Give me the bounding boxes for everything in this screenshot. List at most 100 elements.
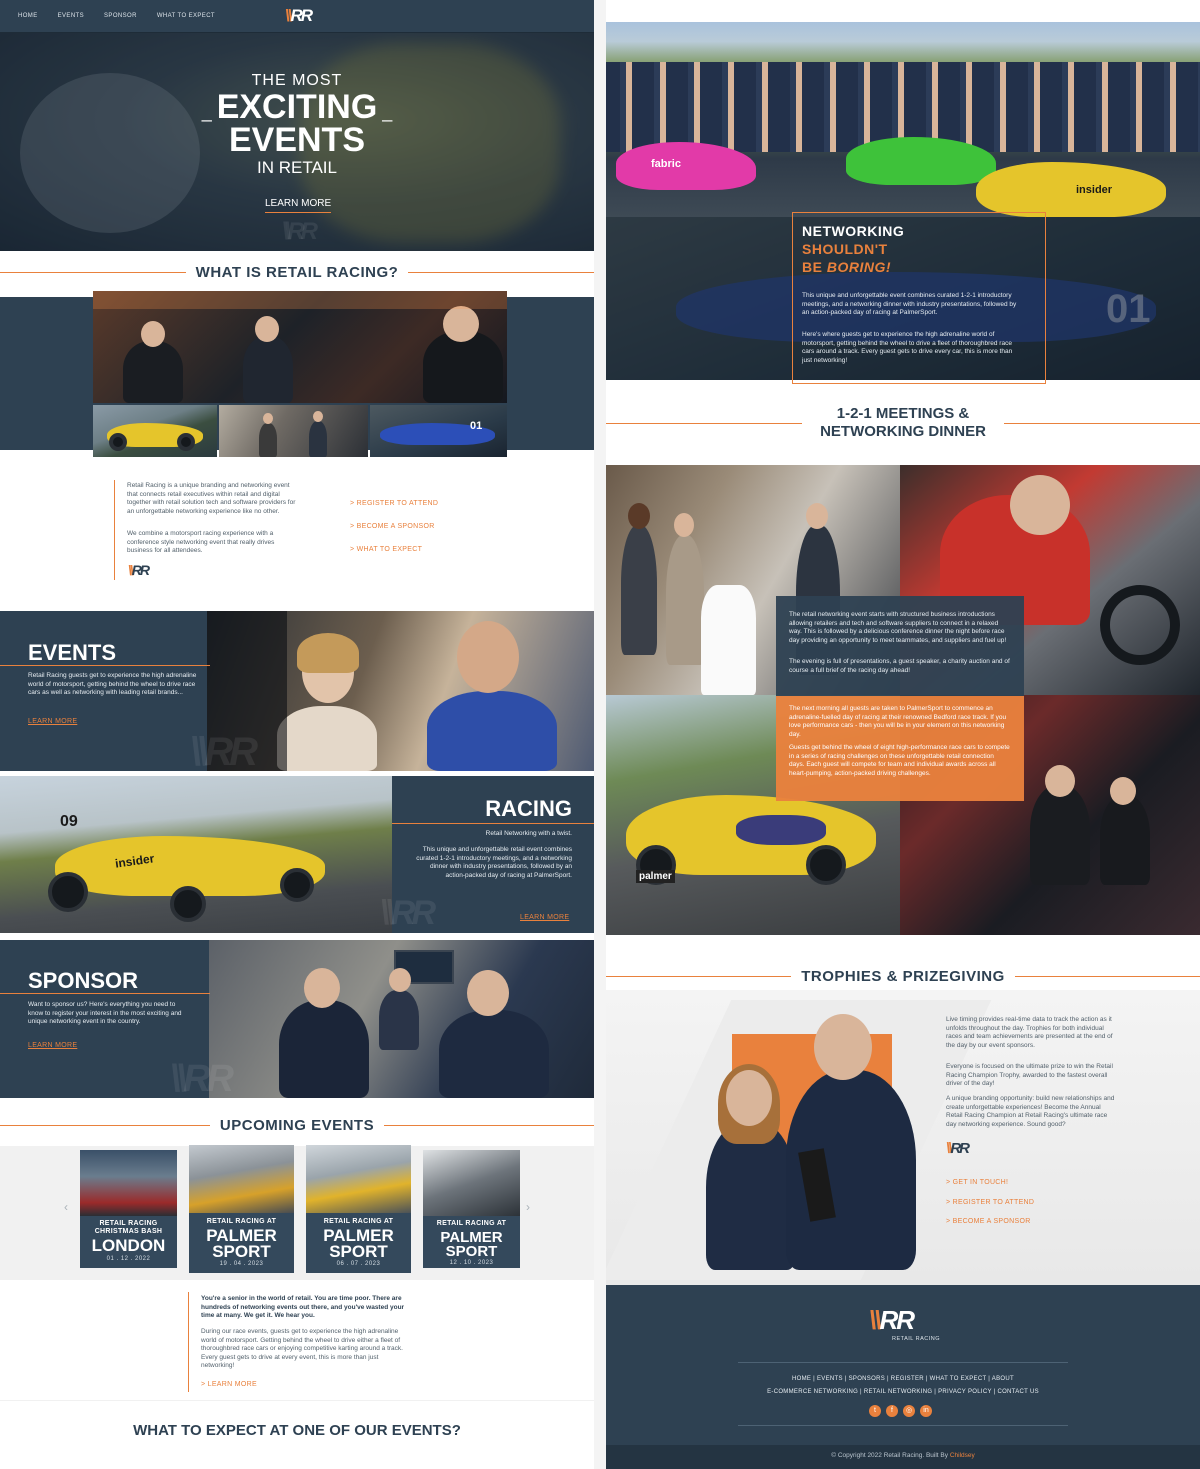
upcoming-heading: UPCOMING EVENTS xyxy=(219,1116,375,1134)
meetings-box-2-para-1: The next morning all guests are taken to… xyxy=(789,705,1007,738)
event-card-london[interactable]: RETAIL RACING CHRISTMAS BASH LONDON 01 .… xyxy=(80,1150,177,1268)
events-title: EVENTS xyxy=(28,640,117,665)
event-card-image xyxy=(80,1150,177,1216)
sponsor-watermark: \\RR xyxy=(170,1058,234,1100)
register-to-attend-link[interactable]: > REGISTER TO ATTEND xyxy=(350,500,438,507)
heading-rule-left xyxy=(606,975,792,977)
builder-link[interactable]: Childsey xyxy=(950,1452,975,1459)
instagram-icon[interactable]: ◎ xyxy=(903,1405,915,1417)
event-card-city-2: SPORT xyxy=(212,1242,271,1261)
what-to-expect-link[interactable]: > WHAT TO EXPECT xyxy=(350,546,422,553)
twitter-icon[interactable]: t xyxy=(869,1405,881,1417)
racing-title: RACING xyxy=(485,796,572,821)
racing-learn-more[interactable]: LEARN MORE xyxy=(520,914,569,921)
hero-learn-more[interactable]: LEARN MORE xyxy=(265,198,332,213)
copyright-label: © Copyright 2022 Retail Racing. Built By xyxy=(831,1452,950,1459)
event-card-label: RETAIL RACING AT xyxy=(436,1220,507,1227)
guests-networking-photo xyxy=(219,405,368,457)
blue-car-photo: 01 xyxy=(370,405,507,457)
footer-logo[interactable]: \\RR xyxy=(869,1305,915,1336)
event-card-label: RETAIL RACING xyxy=(99,1220,158,1227)
trophies-logo: \\RR xyxy=(946,1140,970,1157)
event-card-date: 19 . 04 . 2023 xyxy=(219,1261,264,1267)
meetings-rule-right xyxy=(1004,423,1200,424)
heading-rule-right xyxy=(1014,975,1200,977)
racing-title-rule xyxy=(392,823,594,824)
meetings-box-1-para-1: The retail networking event starts with … xyxy=(789,611,1007,644)
heading-rule-right xyxy=(384,1124,594,1126)
carousel-next-icon[interactable]: › xyxy=(526,1200,530,1214)
event-card-city: LONDON xyxy=(91,1236,166,1255)
bar-crowd-photo xyxy=(93,291,507,403)
intro-accent-rule xyxy=(114,480,115,580)
get-in-touch-link[interactable]: > GET IN TOUCH! xyxy=(946,1179,1008,1186)
networking-para-1: This unique and unforgettable event comb… xyxy=(802,292,1017,316)
event-card-city-2: SPORT xyxy=(329,1242,388,1261)
copyright-text: © Copyright 2022 Retail Racing. Built By… xyxy=(606,1452,1200,1459)
intro-paragraph-1: Retail Racing is a unique branding and n… xyxy=(127,482,296,515)
footer-links-row-1[interactable]: HOME | EVENTS | SPONSORS | REGISTER | WH… xyxy=(606,1376,1200,1382)
footer-rule-top xyxy=(738,1362,1068,1363)
nav-events[interactable]: EVENTS xyxy=(58,13,84,19)
event-card-palmer-2[interactable]: RETAIL RACING AT PALMER SPORT 06 . 07 . … xyxy=(306,1145,411,1273)
column-gutter xyxy=(594,0,606,1469)
events-photo xyxy=(207,611,594,771)
event-card-date: 06 . 07 . 2023 xyxy=(336,1261,381,1267)
facebook-icon[interactable]: f xyxy=(886,1405,898,1417)
event-card-palmer-1[interactable]: RETAIL RACING AT PALMER SPORT 19 . 04 . … xyxy=(189,1145,294,1273)
trophies-sponsor-link[interactable]: > BECOME A SPONSOR xyxy=(946,1218,1031,1225)
hero-line-4: IN RETAIL xyxy=(257,158,337,177)
meetings-rule-left xyxy=(606,423,802,424)
networking-line-1: NETWORKING xyxy=(802,223,905,239)
nav-sponsor[interactable]: SPONSOR xyxy=(104,13,137,19)
event-card-image xyxy=(423,1150,520,1216)
meetings-heading-2: NETWORKING DINNER xyxy=(820,423,986,440)
meetings-heading-1: 1-2-1 MEETINGS & xyxy=(836,405,970,422)
trophies-heading-row: TROPHIES & PRIZEGIVING xyxy=(606,966,1200,986)
events-learn-more[interactable]: LEARN MORE xyxy=(28,718,77,725)
heading-rule-left xyxy=(0,1124,210,1126)
sponsor-title: SPONSOR xyxy=(28,968,139,993)
racing-watermark: \\RR xyxy=(380,894,436,932)
upcoming-learn-more[interactable]: > LEARN MORE xyxy=(201,1381,257,1388)
sponsor-title-rule xyxy=(0,993,210,994)
racing-subtitle: Retail Networking with a twist. xyxy=(485,830,572,837)
upcoming-heading-row: UPCOMING EVENTS xyxy=(0,1115,594,1135)
become-a-sponsor-link[interactable]: > BECOME A SPONSOR xyxy=(350,523,435,530)
event-card-image xyxy=(306,1145,411,1213)
events-watermark: \\RR xyxy=(190,730,258,774)
upcoming-body: During our race events, guests get to ex… xyxy=(201,1328,403,1369)
networking-line-3: BE BORING! xyxy=(802,259,891,275)
hero-watermark-logo: \\RR xyxy=(282,218,318,245)
trophies-para-1: Live timing provides real-time data to t… xyxy=(946,1016,1113,1049)
heading-rule-right xyxy=(408,271,594,273)
events-title-rule xyxy=(0,665,210,666)
footer-brand: RETAIL RACING xyxy=(892,1336,941,1342)
racing-photo: insider 09 xyxy=(0,776,392,933)
racing-text: This unique and unforgettable retail eve… xyxy=(416,846,572,879)
nav-home[interactable]: HOME xyxy=(18,13,38,19)
upcoming-intro: You're a senior in the world of retail. … xyxy=(201,1295,405,1319)
sponsor-learn-more[interactable]: LEARN MORE xyxy=(28,1042,77,1049)
footer-links-row-2[interactable]: E-COMMERCE NETWORKING | RETAIL NETWORKIN… xyxy=(606,1389,1200,1395)
what-is-heading: WHAT IS RETAIL RACING? xyxy=(195,263,399,281)
events-text: Retail Racing guests get to experience t… xyxy=(28,672,197,696)
left-page-column: HOME EVENTS SPONSOR WHAT TO EXPECT \\RR … xyxy=(0,0,594,1469)
event-card-date: 12 . 10 . 2023 xyxy=(449,1260,494,1266)
trophies-register-link[interactable]: > REGISTER TO ATTEND xyxy=(946,1199,1034,1206)
networking-boring: BORING! xyxy=(826,259,892,275)
what-is-heading-row: WHAT IS RETAIL RACING? xyxy=(0,262,594,282)
event-card-date: 01 . 12 . 2022 xyxy=(106,1256,151,1262)
event-card-palmer-3[interactable]: RETAIL RACING AT PALMER SPORT 12 . 10 . … xyxy=(423,1150,520,1268)
trophies-para-2: Everyone is focused on the ultimate priz… xyxy=(946,1063,1113,1087)
site-logo[interactable]: \\RR xyxy=(285,6,313,26)
carousel-prev-icon[interactable]: ‹ xyxy=(64,1200,68,1214)
yellow-car-photo xyxy=(93,405,217,457)
linkedin-icon[interactable]: in xyxy=(920,1405,932,1417)
event-card-city-2: SPORT xyxy=(445,1243,498,1260)
event-card-label-2: CHRISTMAS BASH xyxy=(94,1228,163,1235)
what-to-expect-heading: WHAT TO EXPECT AT ONE OF OUR EVENTS? xyxy=(133,1422,461,1439)
networking-para-2: Here's where guests get to experience th… xyxy=(802,331,1013,364)
nav-what-to-expect[interactable]: WHAT TO EXPECT xyxy=(157,13,215,19)
footer-rule-bottom xyxy=(738,1425,1068,1426)
